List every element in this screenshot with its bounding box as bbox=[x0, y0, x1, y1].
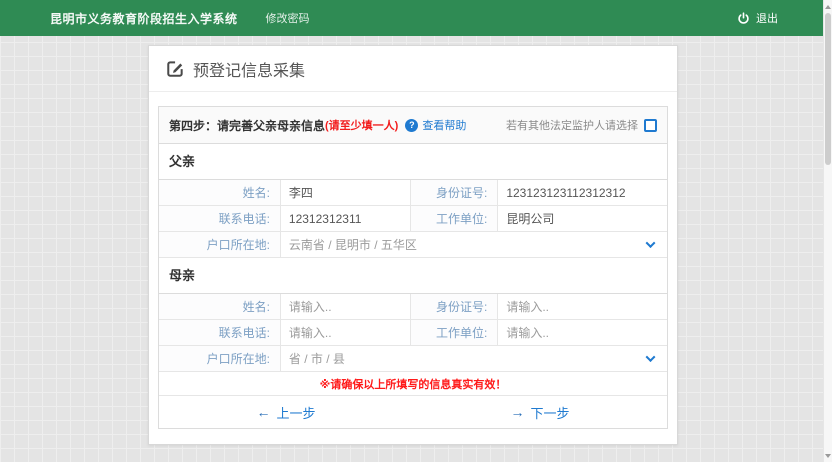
help-icon: ? bbox=[405, 119, 418, 132]
page-scrollbar[interactable] bbox=[823, 0, 832, 462]
edit-icon bbox=[167, 60, 184, 77]
next-step-button[interactable]: → 下一步 bbox=[413, 396, 667, 428]
mother-idcard-label: 身份证号: bbox=[411, 294, 498, 319]
change-password-link[interactable]: 修改密码 bbox=[266, 10, 310, 26]
mother-employer-cell bbox=[498, 320, 667, 345]
mother-employer-label: 工作单位: bbox=[411, 320, 498, 345]
mother-name-cell bbox=[281, 294, 411, 319]
mother-residence-select[interactable]: 省 / 市 / 县 bbox=[281, 346, 667, 371]
father-idcard-input[interactable] bbox=[506, 186, 659, 200]
father-name-input[interactable] bbox=[289, 186, 402, 200]
chevron-down-icon bbox=[646, 352, 656, 362]
app-title: 昆明市义务教育阶段招生入学系统 bbox=[50, 10, 238, 27]
father-employer-cell bbox=[498, 206, 667, 231]
chevron-down-icon bbox=[646, 238, 656, 248]
scrollbar-down-button[interactable] bbox=[824, 450, 832, 461]
father-employer-label: 工作单位: bbox=[411, 206, 498, 231]
page-title-bar: 预登记信息采集 bbox=[149, 46, 677, 92]
mother-name-label: 姓名: bbox=[159, 294, 281, 319]
mother-residence-label: 户口所在地: bbox=[159, 346, 281, 371]
step-title: 第四步：请完善父亲母亲信息 bbox=[169, 117, 325, 134]
step-note: (请至少填一人) bbox=[325, 117, 398, 133]
mother-idcard-cell bbox=[498, 294, 667, 319]
mother-idcard-input[interactable] bbox=[506, 300, 659, 314]
mother-row-residence: 户口所在地: 省 / 市 / 县 bbox=[159, 346, 667, 372]
view-help-link[interactable]: ? 查看帮助 bbox=[405, 117, 466, 133]
father-phone-label: 联系电话: bbox=[159, 206, 281, 231]
guardian-checkbox[interactable] bbox=[644, 119, 657, 132]
page-title: 预登记信息采集 bbox=[193, 57, 305, 81]
father-row-residence: 户口所在地: 云南省 / 昆明市 / 五华区 bbox=[159, 232, 667, 258]
father-residence-value: 云南省 / 昆明市 / 五华区 bbox=[289, 236, 417, 253]
father-row-2: 联系电话: 工作单位: bbox=[159, 206, 667, 232]
guardian-option: 若有其他法定监护人请选择 bbox=[506, 117, 657, 133]
mother-row-2: 联系电话: 工作单位: bbox=[159, 320, 667, 346]
triangle-down-icon bbox=[825, 454, 831, 458]
father-idcard-cell bbox=[498, 180, 667, 205]
guardian-hint: 若有其他法定监护人请选择 bbox=[506, 117, 638, 133]
logout-label: 退出 bbox=[756, 10, 778, 26]
warning-message: ※请确保以上所填写的信息真实有效！ bbox=[159, 372, 667, 396]
mother-phone-label: 联系电话: bbox=[159, 320, 281, 345]
mother-residence-placeholder: 省 / 市 / 县 bbox=[289, 350, 345, 367]
father-residence-label: 户口所在地: bbox=[159, 232, 281, 257]
scrollbar-thumb[interactable] bbox=[825, 13, 831, 165]
father-row-1: 姓名: 身份证号: bbox=[159, 180, 667, 206]
mother-employer-input[interactable] bbox=[506, 326, 659, 340]
logout-button[interactable]: 退出 bbox=[737, 10, 778, 26]
mother-row-1: 姓名: 身份证号: bbox=[159, 294, 667, 320]
father-name-cell bbox=[281, 180, 411, 205]
arrow-left-icon: ← bbox=[256, 404, 270, 420]
triangle-up-icon bbox=[825, 5, 831, 9]
father-residence-select[interactable]: 云南省 / 昆明市 / 五华区 bbox=[281, 232, 667, 257]
father-employer-input[interactable] bbox=[506, 212, 659, 226]
father-idcard-label: 身份证号: bbox=[411, 180, 498, 205]
form-panel: 第四步：请完善父亲母亲信息 (请至少填一人) ? 查看帮助 若有其他法定监护人请… bbox=[158, 106, 668, 429]
father-phone-input[interactable] bbox=[289, 212, 402, 226]
father-phone-cell bbox=[281, 206, 411, 231]
nav-buttons: ← 上一步 → 下一步 bbox=[159, 396, 667, 428]
power-icon bbox=[737, 12, 750, 25]
father-name-label: 姓名: bbox=[159, 180, 281, 205]
mother-section-title: 母亲 bbox=[159, 258, 667, 294]
prev-step-label: 上一步 bbox=[276, 403, 315, 422]
mother-phone-input[interactable] bbox=[289, 326, 402, 340]
main-card: 预登记信息采集 第四步：请完善父亲母亲信息 (请至少填一人) ? 查看帮助 若有… bbox=[148, 45, 678, 445]
father-section-title: 父亲 bbox=[159, 144, 667, 180]
next-step-label: 下一步 bbox=[530, 403, 569, 422]
scrollbar-up-button[interactable] bbox=[824, 1, 832, 12]
prev-step-button[interactable]: ← 上一步 bbox=[159, 396, 413, 428]
mother-phone-cell bbox=[281, 320, 411, 345]
arrow-right-icon: → bbox=[510, 404, 524, 420]
help-label: 查看帮助 bbox=[422, 117, 466, 133]
mother-name-input[interactable] bbox=[289, 300, 402, 314]
top-navbar: 昆明市义务教育阶段招生入学系统 修改密码 退出 bbox=[0, 0, 823, 36]
step-header: 第四步：请完善父亲母亲信息 (请至少填一人) ? 查看帮助 若有其他法定监护人请… bbox=[159, 107, 667, 144]
